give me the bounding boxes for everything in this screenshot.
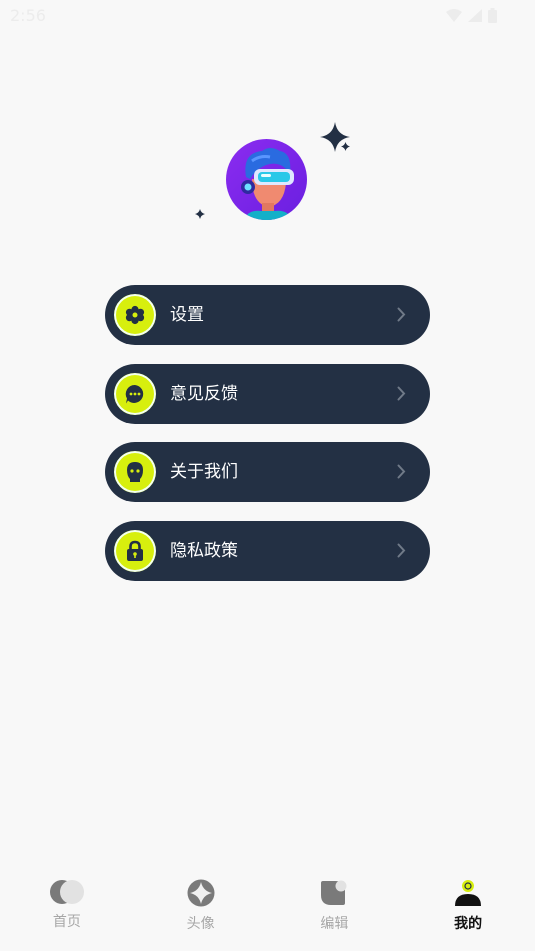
chevron-right-icon	[397, 543, 406, 557]
tab-profile[interactable]: 我的	[401, 868, 535, 951]
home-icon	[49, 880, 84, 904]
tab-label: 首页	[52, 914, 81, 930]
menu-item-label: 隐私政策	[170, 540, 238, 561]
sparkle-icon	[341, 142, 350, 151]
menu-item-label: 关于我们	[170, 462, 238, 482]
menu-item-label: 设置	[170, 305, 204, 325]
gear-icon	[125, 305, 145, 325]
ghost-icon	[127, 462, 143, 482]
menu-list: 设置 意见反馈 关于我们 隐私政策	[105, 285, 430, 599]
chevron-right-icon	[397, 464, 406, 479]
menu-item-privacy[interactable]: 隐私政策	[105, 520, 430, 581]
my-page: 2:56 设置 意见反馈 关于我们 隐私政策 首页 头像 编辑 我的	[0, 0, 535, 951]
sparkle-icon	[195, 209, 205, 219]
menu-item-about[interactable]: 关于我们	[105, 442, 430, 502]
menu-item-settings[interactable]: 设置	[105, 285, 430, 345]
chevron-right-icon	[397, 307, 406, 322]
menu-icon-circle	[112, 449, 158, 495]
menu-item-feedback[interactable]: 意见反馈	[105, 363, 430, 424]
menu-icon-circle	[112, 370, 158, 417]
status-icons	[446, 7, 497, 23]
tab-label: 头像	[186, 916, 215, 932]
edit-icon	[321, 880, 347, 905]
avatar[interactable]	[226, 139, 307, 220]
chevron-right-icon	[397, 386, 406, 400]
bottom-tab-bar: 首页 头像 编辑 我的	[0, 868, 535, 951]
tab-edit[interactable]: 编辑	[268, 868, 402, 951]
chat-bubble-icon	[125, 384, 144, 403]
wifi-icon	[446, 8, 462, 22]
status-time: 2:56	[10, 5, 46, 25]
battery-icon	[488, 7, 497, 23]
menu-icon-circle	[112, 527, 158, 574]
status-bar: 2:56	[0, 0, 535, 30]
menu-item-label: 意见反馈	[170, 383, 238, 404]
tab-label: 编辑	[320, 916, 349, 932]
avatar-vr-boy-icon	[241, 148, 294, 220]
tab-label: 我的	[454, 916, 483, 932]
tab-home[interactable]: 首页	[0, 868, 134, 951]
profile-icon	[455, 880, 482, 906]
lock-icon	[127, 540, 143, 561]
menu-icon-circle	[112, 292, 158, 338]
tab-avatar[interactable]: 头像	[134, 868, 268, 951]
avatar-icon	[187, 879, 215, 907]
signal-icon	[468, 8, 482, 22]
